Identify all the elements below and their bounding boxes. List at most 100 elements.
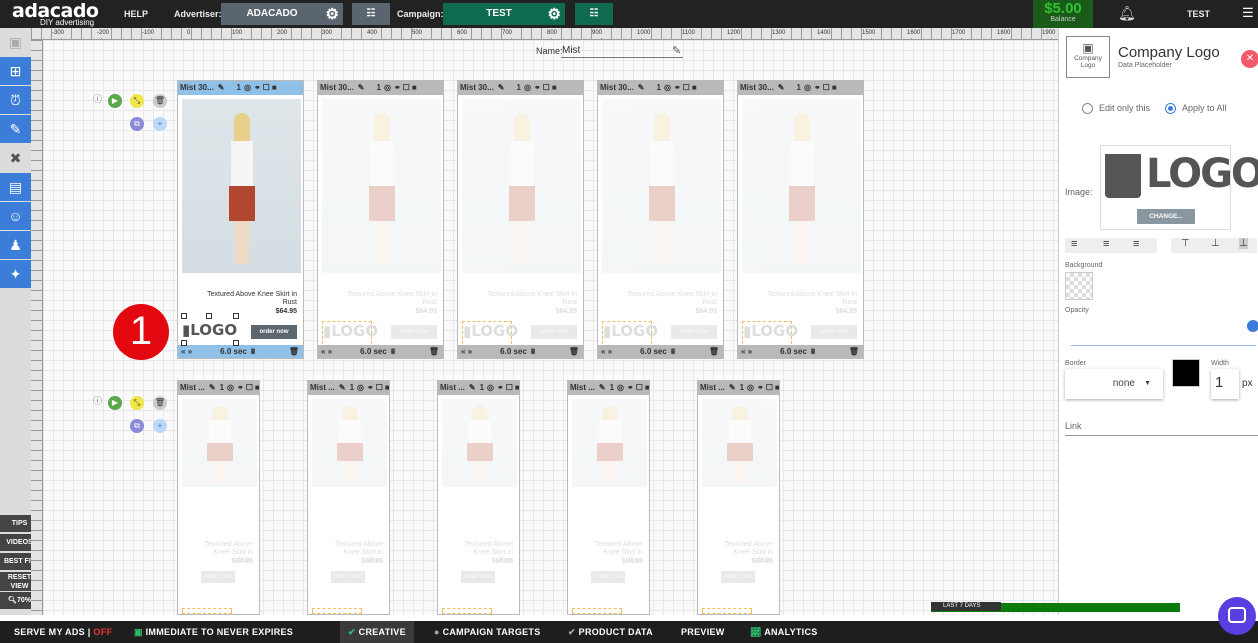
ad-frame-duration[interactable]: 6.0 sec — [360, 347, 387, 356]
link-icon[interactable]: ⚭ — [254, 83, 261, 92]
align-top-icon[interactable]: ⊤ — [1181, 238, 1190, 249]
move-right-icon[interactable]: » — [608, 347, 612, 356]
ad-frame[interactable]: Mist 30... ✎ 1 ◎ ⚭ ☐ ■ Textured Above Knee Skir… — [177, 80, 304, 359]
border-width-input[interactable]: 1 — [1211, 369, 1239, 399]
campaign-gear-icon[interactable]: ⚙ — [548, 4, 561, 26]
fill-icon[interactable]: ■ — [412, 83, 417, 92]
move-left-icon[interactable]: « — [181, 347, 185, 356]
fill-icon[interactable]: ■ — [272, 83, 277, 92]
border-color-swatch[interactable] — [1172, 359, 1200, 387]
focus-icon[interactable]: ◎ — [384, 83, 391, 92]
focus-icon[interactable]: ◎ — [664, 83, 671, 92]
resize-handle[interactable] — [181, 313, 187, 319]
delete-icon[interactable]: 🗑︎ — [153, 396, 167, 410]
info-icon[interactable]: ⓘ — [93, 394, 102, 407]
tab-preview[interactable]: PREVIEW — [673, 621, 733, 643]
ad-frame[interactable]: Mist 30... ✎ 1 ◎ ⚭ ☐ ■ Textured Above Knee Skir… — [597, 80, 724, 359]
move-right-icon[interactable]: » — [328, 347, 332, 356]
focus-icon[interactable]: ◎ — [244, 83, 251, 92]
close-panel-icon[interactable]: ✕ — [1241, 50, 1258, 68]
fill-icon[interactable]: ■ — [515, 383, 519, 392]
checkbox-icon[interactable]: ☐ — [506, 383, 513, 392]
link-icon[interactable]: ⚭ — [237, 383, 244, 392]
ad-frame[interactable]: Mist ... ✎ 1 ◎ ⚭ ☐ ■ Textured Above Knee Skirt … — [697, 380, 780, 615]
product-name[interactable]: Textured Above Knee Skirt in Rust — [200, 291, 297, 307]
checkbox-icon[interactable]: ☐ — [636, 383, 643, 392]
opacity-slider-handle[interactable] — [1247, 320, 1258, 332]
checkbox-icon[interactable]: ☐ — [263, 83, 270, 92]
product-name[interactable]: Textured Above Knee Skirt in Rust — [480, 291, 577, 307]
product-image[interactable] — [182, 399, 257, 487]
order-now-button[interactable]: order now — [721, 571, 755, 583]
focus-icon[interactable]: ◎ — [747, 383, 754, 392]
product-image[interactable] — [572, 399, 647, 487]
focus-icon[interactable]: ◎ — [617, 383, 624, 392]
edit-icon[interactable]: ✎ — [599, 383, 606, 392]
tab-creative[interactable]: ✔ CREATIVE — [340, 621, 414, 643]
delete-frame-icon[interactable]: 🗑︎ — [849, 345, 859, 358]
edit-icon[interactable]: ✎ — [498, 83, 505, 92]
move-right-icon[interactable]: » — [188, 347, 192, 356]
delete-frame-icon[interactable]: 🗑︎ — [429, 345, 439, 358]
link-icon[interactable]: ⚭ — [757, 383, 764, 392]
tools-icon[interactable]: ✖ — [0, 144, 31, 172]
company-logo-placeholder[interactable] — [572, 608, 622, 614]
ad-frame-duration[interactable]: 6.0 sec — [640, 347, 667, 356]
order-now-button[interactable]: order now — [391, 325, 437, 339]
product-image[interactable] — [702, 399, 777, 487]
product-name[interactable]: Textured Above Knee Skirt in Rust — [760, 291, 857, 307]
ad-frame-header[interactable]: Mist ... ✎ 1 ◎ ⚭ ☐ ■ — [178, 381, 259, 395]
checkbox-icon[interactable]: ☐ — [376, 383, 383, 392]
checkbox-icon[interactable]: ☐ — [403, 83, 410, 92]
product-price[interactable]: $64.95 — [556, 308, 577, 316]
link-icon[interactable]: ⚭ — [627, 383, 634, 392]
resize-icon[interactable]: ⤡ — [130, 396, 144, 410]
ad-frame-duration[interactable]: 6.0 sec — [500, 347, 527, 356]
checkbox-icon[interactable]: ☐ — [543, 83, 550, 92]
ad-frame[interactable]: Mist ... ✎ 1 ◎ ⚭ ☐ ■ Textured Above Knee Skirt … — [177, 380, 260, 615]
bell-icon[interactable]: 🔔︎ — [1118, 5, 1136, 22]
twitter-icon[interactable]: ✦ — [0, 260, 31, 288]
advertiser-gear-icon[interactable]: ⚙ — [326, 4, 339, 26]
ad-frame[interactable]: Mist ... ✎ 1 ◎ ⚭ ☐ ■ Textured Above Knee Skirt … — [567, 380, 650, 615]
link-icon[interactable]: ⚭ — [394, 83, 401, 92]
edit-icon[interactable]: ✎ — [638, 83, 645, 92]
company-logo-placeholder[interactable] — [442, 608, 492, 614]
change-image-button[interactable]: CHANGE... — [1137, 209, 1195, 224]
alarm-icon[interactable]: ⏰︎ — [0, 86, 31, 114]
smiley-icon[interactable]: ☺ — [0, 202, 31, 230]
delete-frame-icon[interactable]: 🗑︎ — [569, 345, 579, 358]
product-image[interactable] — [182, 99, 301, 273]
opacity-slider-track[interactable] — [1071, 345, 1256, 346]
product-price[interactable]: $64.95 — [622, 558, 643, 566]
move-left-icon[interactable]: « — [321, 347, 325, 356]
company-logo-placeholder[interactable] — [702, 608, 752, 614]
ad-frame-header[interactable]: Mist 30... ✎ 1 ◎ ⚭ ☐ ■ — [598, 81, 723, 95]
add-frame-icon[interactable]: ⊞ — [0, 57, 31, 85]
product-image[interactable] — [602, 99, 721, 273]
ad-frame-header[interactable]: Mist ... ✎ 1 ◎ ⚭ ☐ ■ — [698, 381, 779, 395]
move-left-icon[interactable]: « — [741, 347, 745, 356]
document-edit-icon[interactable]: ✎ — [0, 115, 31, 143]
focus-icon[interactable]: ◎ — [524, 83, 531, 92]
fill-icon[interactable]: ■ — [832, 83, 837, 92]
product-price[interactable]: $64.95 — [836, 308, 857, 316]
save-icon[interactable]: ▣ — [0, 28, 31, 56]
add-icon[interactable]: + — [153, 419, 167, 433]
chat-launcher[interactable] — [1218, 597, 1256, 635]
link-icon[interactable]: ⚭ — [367, 383, 374, 392]
align-center-icon[interactable]: ≡ — [1103, 238, 1109, 250]
play-icon[interactable]: ▶ — [108, 94, 122, 108]
timeline-icon[interactable]: ⩩ — [391, 347, 395, 356]
serve-ads-toggle[interactable]: SERVE MY ADS | OFF — [6, 621, 120, 643]
resize-handle[interactable] — [206, 313, 212, 319]
product-price[interactable]: $64.95 — [416, 308, 437, 316]
balance-display[interactable]: $5.00 Balance — [1033, 0, 1093, 28]
fill-icon[interactable]: ■ — [645, 383, 649, 392]
link-icon[interactable]: ⚭ — [814, 83, 821, 92]
checkbox-icon[interactable]: ☐ — [766, 383, 773, 392]
fill-icon[interactable]: ■ — [385, 383, 389, 392]
move-left-icon[interactable]: « — [461, 347, 465, 356]
timeline-icon[interactable]: ⩩ — [811, 347, 815, 356]
schedule-button[interactable]: ▣ IMMEDIATE TO NEVER EXPIRES — [126, 621, 301, 643]
